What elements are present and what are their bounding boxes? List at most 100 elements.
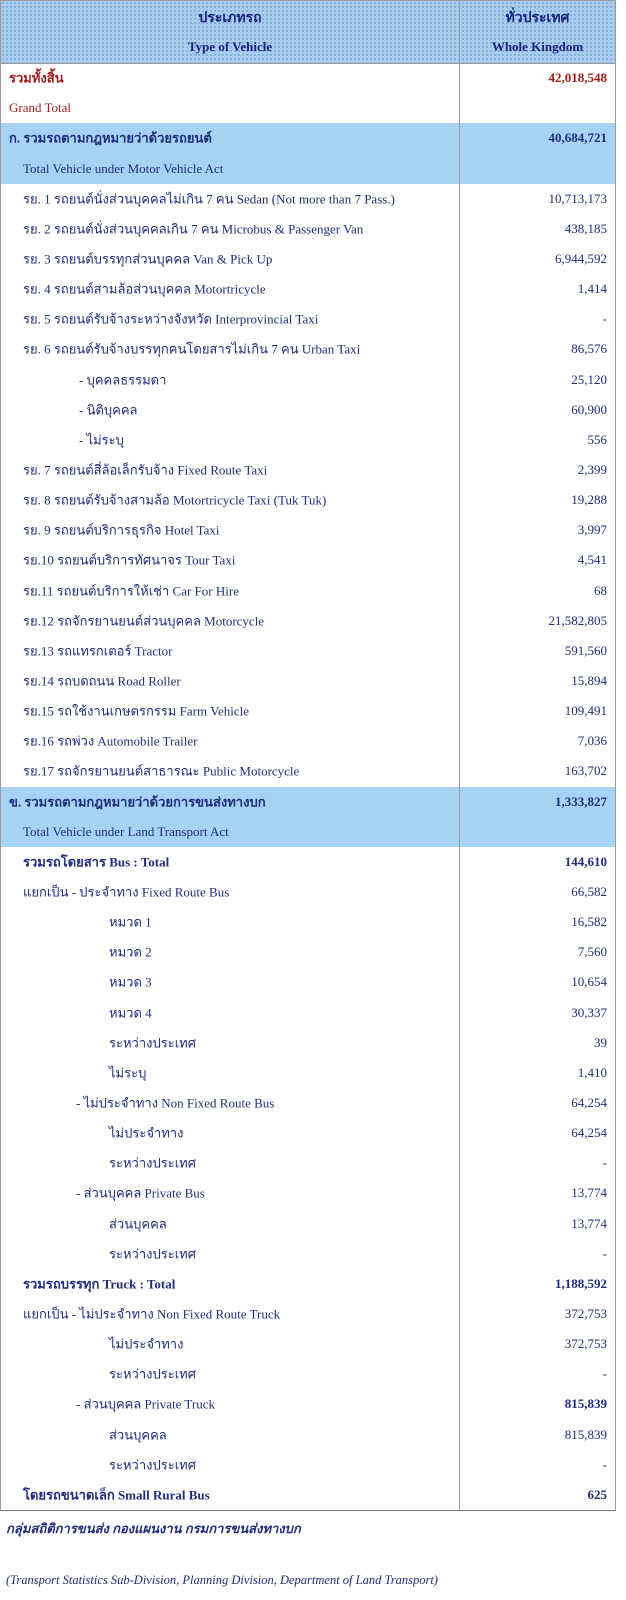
row-label: - ไม่ประจำทาง Non Fixed Route Bus	[76, 1095, 275, 1111]
table-row: ข. รวมรถตามกฎหมายว่าด้วยการขนส่งทางบก 1,3…	[1, 786, 615, 817]
row-value: 625	[587, 1486, 608, 1502]
row-label: รวมรถบรรทุก Truck : Total	[23, 1276, 176, 1292]
table-row: ระหว่างประเทศ -	[1, 1148, 615, 1178]
table-row: ไม่ประจำทาง 64,254	[1, 1118, 615, 1148]
row-label: - บุคคลธรรมดา	[79, 372, 167, 388]
table-row: รย.16 รถพ่วง Automobile Trailer 7,036	[1, 726, 615, 756]
row-value: 438,185	[564, 220, 607, 236]
row-value: 109,491	[564, 703, 607, 719]
table-row: ก. รวมรถตามกฎหมายว่าด้วยรถยนต์ 40,684,721	[1, 123, 615, 154]
row-value: 591,560	[564, 642, 607, 658]
row-value: 13,774	[571, 1215, 607, 1231]
row-label: รย. 7 รถยนต์สี่ล้อเล็กรับจ้าง Fixed Rout…	[23, 462, 268, 478]
header-col1-thai: ประเภทรถ	[198, 11, 262, 26]
table-row: รย. 9 รถยนต์บริการธุรกิจ Hotel Taxi 3,997	[1, 515, 615, 545]
table-row: แยกเป็น - ประจำทาง Fixed Route Bus 66,582	[1, 877, 615, 907]
row-value: 42,018,548	[548, 70, 608, 86]
row-value: 25,120	[571, 371, 607, 387]
row-label: ไม่ระบุ	[109, 1065, 147, 1081]
table-row: รย. 8 รถยนต์รับจ้างสามล้อ Motortricycle …	[1, 485, 615, 515]
table-row: แยกเป็น - ไม่ประจำทาง Non Fixed Route Tr…	[1, 1299, 615, 1329]
row-value: 815,839	[564, 1426, 607, 1442]
row-value: 15,894	[571, 672, 607, 688]
table-row: รย. 5 รถยนต์รับจ้างระหว่างจังหวัด Interp…	[1, 304, 615, 334]
row-label: รย.10 รถยนต์บริการทัศนาจร Tour Taxi	[23, 552, 236, 568]
row-value: 39	[594, 1034, 607, 1050]
table-row: รวมรถโดยสาร Bus : Total 144,610	[1, 847, 615, 877]
row-label: แยกเป็น - ไม่ประจำทาง Non Fixed Route Tr…	[23, 1306, 281, 1322]
row-label: รย.12 รถจักรยานยนต์ส่วนบุคคล Motorcycle	[23, 613, 265, 629]
row-value: 66,582	[571, 884, 607, 899]
row-label: Total Vehicle under Land Transport Act	[23, 823, 229, 839]
row-value: 372,753	[564, 1306, 607, 1322]
row-label: รย.11 รถยนต์บริการให้เช่า Car For Hire	[23, 583, 239, 599]
row-label: ไม่ประจำทาง	[109, 1336, 184, 1352]
row-value: 64,254	[571, 1125, 607, 1141]
table-row: - ไม่ระบุ 556	[1, 425, 615, 455]
table-row: รย. 1 รถยนต์นั่งส่วนบุคคลไม่เกิน 7 คน Se…	[1, 184, 615, 214]
table-row: ระหว่างประเทศ -	[1, 1450, 615, 1480]
header-col2-english: Whole Kingdom	[491, 39, 584, 54]
row-value: 4,541	[577, 552, 607, 568]
row-label: รย.16 รถพ่วง Automobile Trailer	[23, 733, 198, 749]
row-label: รย.14 รถบดถนน Road Roller	[23, 673, 181, 689]
row-value: 10,654	[571, 974, 607, 990]
row-value: 1,188,592	[555, 1275, 607, 1291]
row-label: หมวด 3	[109, 974, 152, 990]
row-value: -	[602, 1245, 607, 1261]
row-label: ระหว่างประเทศ	[109, 1457, 196, 1473]
table-row: ไม่ระบุ 1,410	[1, 1058, 615, 1088]
table-row: Total Vehicle under Motor Vehicle Act	[1, 153, 615, 184]
row-label: รย. 9 รถยนต์บริการธุรกิจ Hotel Taxi	[23, 522, 220, 538]
table-row: ระหว่างประเทศ -	[1, 1239, 615, 1269]
row-value: 13,774	[571, 1185, 607, 1201]
table-row: รวมทั้งสิ้น 42,018,548	[1, 63, 615, 93]
row-value: 815,839	[564, 1396, 607, 1412]
table-row: รย.10 รถยนต์บริการทัศนาจร Tour Taxi 4,541	[1, 545, 615, 575]
row-value: 1,333,827	[555, 793, 607, 809]
row-label: - ไม่ระบุ	[79, 432, 124, 448]
row-label: รย. 4 รถยนต์สามล้อส่วนบุคคล Motortricycl…	[23, 281, 266, 297]
row-label: รย. 2 รถยนต์นั่งส่วนบุคคลเกิน 7 คน Micro…	[23, 221, 364, 237]
header-type-of-vehicle: ประเภทรถ Type of Vehicle	[1, 1, 460, 63]
table-row: Total Vehicle under Land Transport Act	[1, 816, 615, 847]
row-label: Total Vehicle under Motor Vehicle Act	[23, 160, 224, 176]
row-value: 7,560	[577, 944, 607, 960]
table-row: รย. 6 รถยนต์รับจ้างบรรทุกคนโดยสารไม่เกิน…	[1, 334, 615, 364]
table-row: ไม่ประจำทาง 372,753	[1, 1329, 615, 1359]
table-row: รย.15 รถใช้งานเกษตรกรรม Farm Vehicle 109,…	[1, 696, 615, 726]
row-label: รวมทั้งสิ้น	[9, 70, 64, 86]
table-row: รย. 7 รถยนต์สี่ล้อเล็กรับจ้าง Fixed Rout…	[1, 455, 615, 485]
table-row: หมวด 1 16,582	[1, 907, 615, 937]
row-value: -	[602, 1155, 607, 1171]
table-row: ระหว่างประเทศ 39	[1, 1028, 615, 1058]
row-label: รย. 1 รถยนต์นั่งส่วนบุคคลไม่เกิน 7 คน Se…	[23, 191, 395, 207]
row-value: 21,582,805	[548, 612, 608, 628]
row-value: -	[602, 1366, 607, 1382]
row-label: แยกเป็น - ประจำทาง Fixed Route Bus	[23, 884, 230, 900]
row-label: ข. รวมรถตามกฎหมายว่าด้วยการขนส่งทางบก	[9, 794, 266, 810]
row-label: ระหว่างประเทศ	[109, 1035, 196, 1051]
row-value: 3,997	[577, 522, 607, 538]
row-label: โดยรถขนาดเล็ก Small Rural Bus	[23, 1487, 210, 1503]
table-row: - ส่วนบุคคล Private Bus 13,774	[1, 1178, 615, 1208]
row-label: ส่วนบุคคล	[109, 1427, 167, 1443]
row-label: รย.17 รถจักรยานยนต์สาธารณะ Public Motorc…	[23, 763, 300, 779]
row-value: 68	[594, 582, 607, 598]
row-label: หมวด 1	[109, 914, 152, 930]
row-value: 10,713,173	[548, 190, 608, 206]
row-label: รย. 8 รถยนต์รับจ้างสามล้อ Motortricycle …	[23, 492, 327, 508]
row-value: 64,254	[571, 1095, 607, 1111]
row-label: รวมรถโดยสาร Bus : Total	[23, 854, 170, 870]
row-value: 6,944,592	[555, 250, 607, 266]
table-row: โดยรถขนาดเล็ก Small Rural Bus 625	[1, 1480, 615, 1510]
row-value: 1,410	[577, 1064, 607, 1080]
row-value: 30,337	[571, 1004, 607, 1020]
table-row: รวมรถบรรทุก Truck : Total 1,188,592	[1, 1269, 615, 1299]
row-label: ไม่ประจำทาง	[109, 1125, 184, 1141]
table-row: - บุคคลธรรมดา 25,120	[1, 364, 615, 394]
row-value: 163,702	[564, 763, 607, 779]
row-label: ส่วนบุคคล	[109, 1216, 167, 1232]
table-row: ระหว่างประเทศ -	[1, 1359, 615, 1389]
row-label: ระหว่างประเทศ	[109, 1155, 196, 1171]
